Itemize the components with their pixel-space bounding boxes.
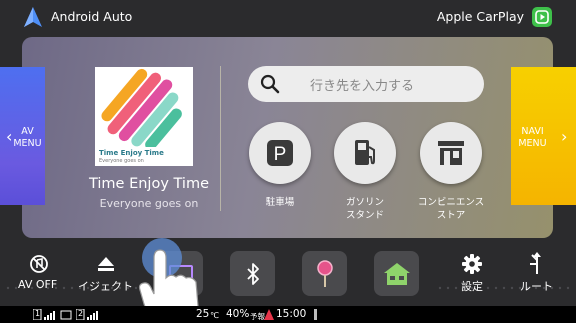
navi-menu-label-line1: NAVI: [521, 126, 544, 137]
gas-station-button[interactable]: [334, 122, 396, 184]
destination-pin-button[interactable]: [302, 251, 347, 296]
android-auto-title[interactable]: Android Auto: [51, 9, 132, 24]
parking-label: 駐車場: [265, 197, 295, 208]
chevron-left-icon[interactable]: ‹: [6, 127, 12, 146]
convenience-store-label: コンビニエンス ストア: [417, 197, 485, 221]
sim2-number: 2: [78, 309, 84, 318]
status-tail-icon: [314, 309, 317, 320]
convenience-store-button[interactable]: [420, 122, 482, 184]
eject-label[interactable]: イジェクト: [78, 278, 133, 294]
android-auto-icon[interactable]: [24, 7, 42, 27]
destination-search-input[interactable]: 行き先を入力する: [248, 66, 484, 102]
av-off-icon[interactable]: [29, 254, 49, 274]
album-stripes-icon: [101, 68, 182, 151]
apple-carplay-title[interactable]: Apple CarPlay: [437, 9, 524, 24]
temperature-unit: ℃: [210, 311, 219, 320]
weather-alert-icon: [264, 309, 274, 320]
bluetooth-icon: [247, 263, 259, 285]
clock-time: 15:00: [276, 308, 307, 320]
settings-label[interactable]: 設定: [461, 278, 483, 294]
gas-station-icon: [355, 140, 375, 165]
forecast-label: 予報: [250, 312, 265, 321]
album-art-title: Time Enjoy Time: [99, 149, 164, 157]
route-label[interactable]: ルート: [520, 278, 553, 294]
home-button[interactable]: [374, 251, 419, 296]
panel-divider: [220, 66, 221, 211]
eject-icon[interactable]: [96, 255, 116, 273]
song-title: Time Enjoy Time: [88, 176, 210, 192]
artist-name: Everyone goes on: [99, 197, 199, 210]
search-icon: [260, 74, 280, 94]
album-art-subtitle: Everyone goes on: [99, 158, 144, 164]
map-pin-icon: [317, 260, 333, 287]
chevron-right-icon[interactable]: ›: [561, 127, 567, 146]
av-off-label[interactable]: AV OFF: [18, 278, 57, 291]
navi-menu-label-line2: MENU: [518, 138, 547, 149]
album-art[interactable]: Time Enjoy Time Everyone goes on: [95, 67, 193, 166]
bluetooth-button[interactable]: [230, 251, 275, 296]
home-icon: [384, 263, 410, 285]
bottom-bar: [0, 246, 576, 306]
svg-text:P: P: [274, 144, 287, 165]
top-bar: Android Auto Apple CarPlay: [0, 0, 576, 34]
humidity-value: 40%: [226, 308, 250, 320]
temperature-value: 25: [196, 308, 210, 320]
route-icon[interactable]: [526, 252, 546, 274]
convenience-store-icon: [438, 141, 464, 165]
carplay-icon[interactable]: [532, 7, 552, 27]
parking-icon: P: [267, 140, 293, 166]
search-placeholder: 行き先を入力する: [310, 79, 415, 94]
settings-gear-icon[interactable]: [462, 254, 482, 274]
sim1-number: 1: [35, 309, 41, 318]
parking-button[interactable]: P: [249, 122, 311, 184]
gas-station-label: ガソリン スタンド: [345, 197, 384, 221]
